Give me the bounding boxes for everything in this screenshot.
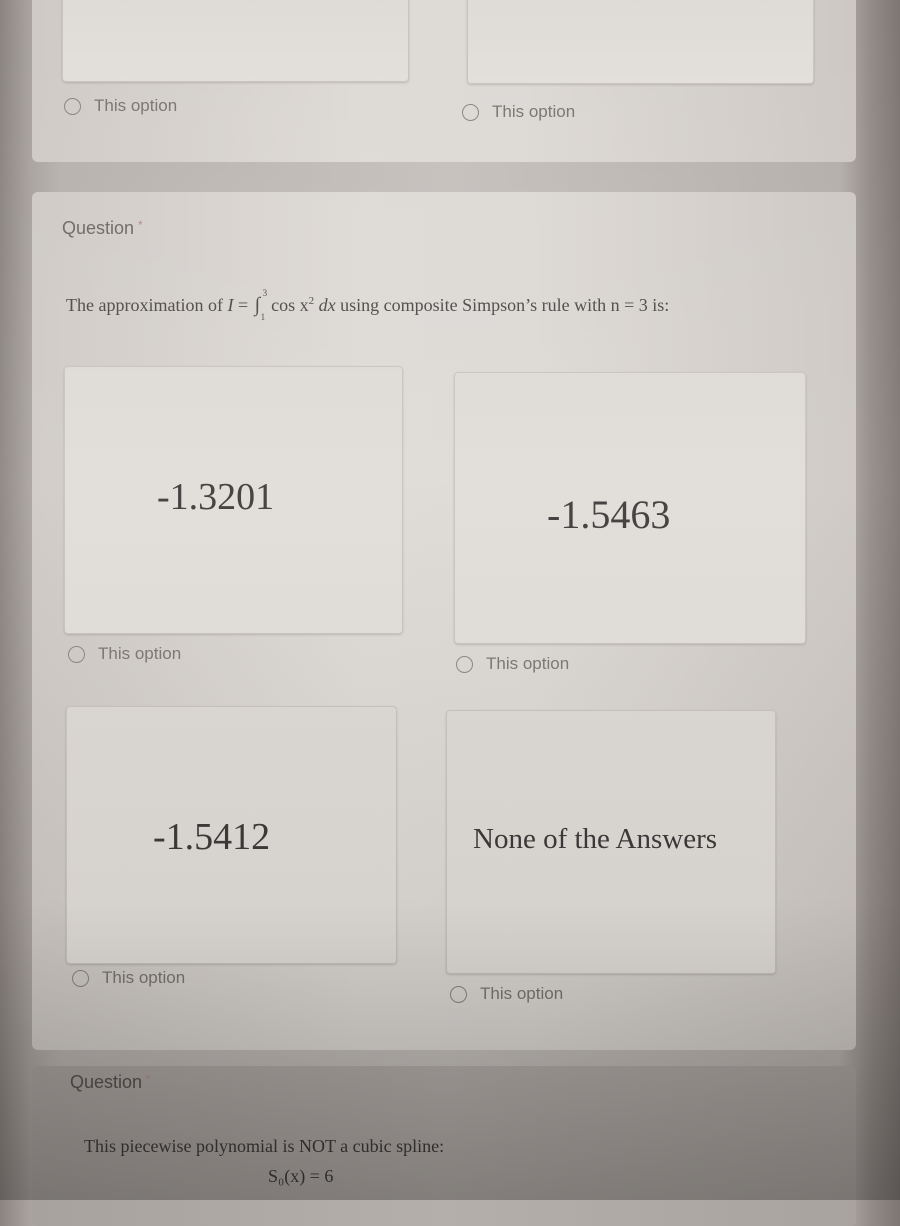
option-value: -1.3201: [157, 476, 275, 518]
option-radio-row[interactable]: This option: [456, 654, 569, 674]
radio-button-icon[interactable]: [72, 969, 89, 987]
radio-label: This option: [492, 102, 576, 121]
question-text: The approximation of I = ∫ 3 1 cos x2 dx u…: [66, 288, 670, 322]
radio-button-icon[interactable]: [456, 655, 473, 673]
radio-label: This option: [480, 984, 564, 1003]
previous-question-card: This option This option: [32, 0, 856, 162]
option-value: None of the Answers: [473, 823, 718, 855]
question-label-text: Question: [62, 218, 135, 238]
radio-label: This option: [102, 968, 186, 987]
required-asterisk: *: [138, 218, 143, 232]
option-radio-row[interactable]: This option: [72, 968, 185, 988]
option-radio-row[interactable]: This option: [450, 984, 563, 1004]
required-asterisk: *: [146, 1072, 151, 1086]
question-label: Question *: [70, 1072, 151, 1093]
question-card: Question * The approximation of I = ∫ 3 1 c…: [32, 192, 856, 1050]
option-value: -1.5412: [153, 816, 271, 858]
option-radio-row[interactable]: This option: [462, 102, 575, 122]
option-image-box-c[interactable]: -1.5412: [66, 706, 397, 964]
radio-label: This option: [94, 96, 178, 115]
integral-symbol: ∫ 3 1: [254, 288, 268, 322]
lower-limit: 1: [260, 312, 266, 322]
equals-sign: =: [233, 295, 253, 315]
radio-button-icon[interactable]: [64, 97, 81, 115]
spline-formula: S₀(x) = 6: [268, 1166, 334, 1186]
differential: dx: [314, 295, 336, 315]
upper-limit: 3: [262, 288, 268, 298]
radio-button-icon[interactable]: [450, 985, 467, 1003]
option-image-box-d[interactable]: None of the Answers: [446, 710, 776, 974]
question-card: Question * This piecewise polynomial is N…: [32, 1066, 856, 1226]
option-radio-row[interactable]: This option: [68, 644, 181, 664]
option-image-box[interactable]: [62, 0, 409, 82]
option-value: -1.5463: [547, 492, 671, 537]
radio-label: This option: [98, 644, 182, 663]
radio-label: This option: [486, 654, 570, 673]
question-label: Question *: [62, 218, 143, 239]
radio-button-icon[interactable]: [68, 645, 85, 663]
integrand: cos x: [271, 295, 309, 315]
question-label-text: Question: [70, 1072, 143, 1092]
option-image-box-b[interactable]: -1.5463: [454, 372, 806, 644]
question-text-suffix: using composite Simpson’s rule with n = …: [335, 295, 670, 315]
option-image-box-a[interactable]: -1.3201: [64, 366, 403, 634]
question-text: This piecewise polynomial is NOT a cubic…: [84, 1136, 445, 1156]
integral-glyph: ∫: [254, 294, 261, 316]
option-radio-row[interactable]: This option: [64, 96, 177, 116]
option-image-box[interactable]: [467, 0, 814, 84]
question-text-prefix: The approximation of: [66, 295, 228, 315]
radio-button-icon[interactable]: [462, 103, 479, 121]
